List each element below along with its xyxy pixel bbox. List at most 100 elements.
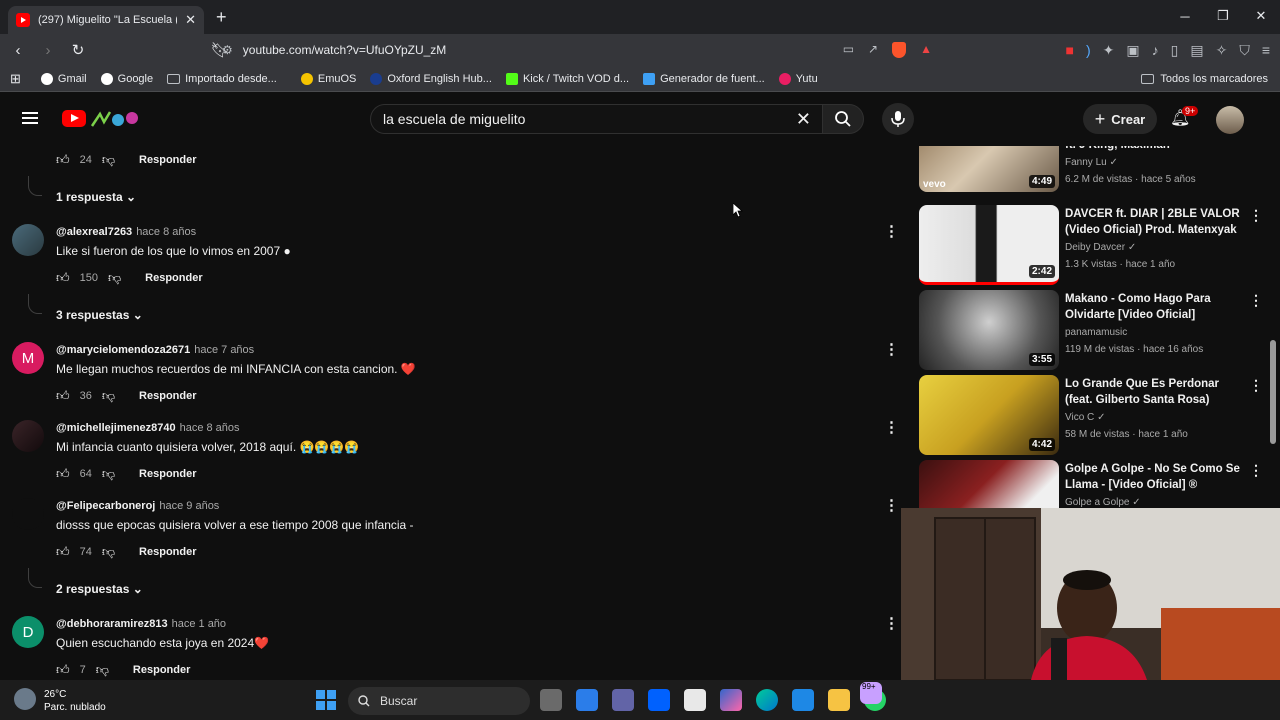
more-actions-icon[interactable]: ⋮ <box>884 496 899 514</box>
reply-button[interactable]: Responder <box>145 272 202 284</box>
video-channel[interactable]: Fanny Lu ✓ <box>1065 157 1118 168</box>
video-channel[interactable]: Deiby Davcer ✓ <box>1065 242 1136 253</box>
reply-button[interactable]: Responder <box>139 154 196 166</box>
edge-icon[interactable] <box>756 689 778 711</box>
related-video[interactable]: 2:42 DAVCER ft. DIAR | 2BLE VALOR (Video… <box>919 205 1263 285</box>
brave-shields-icon[interactable] <box>892 42 907 58</box>
video-channel[interactable]: Golpe a Golpe ✓ <box>1065 497 1141 508</box>
rewards-icon[interactable]: ▲ <box>920 42 932 58</box>
more-actions-icon[interactable]: ⋮ <box>1249 292 1263 309</box>
browser-tab-active[interactable]: (297) Miguelito "La Escuela (Mi I ✕ <box>8 6 204 34</box>
dislike-icon[interactable]: 👎︎ <box>96 662 109 678</box>
video-thumbnail[interactable]: 4:42 <box>919 375 1059 455</box>
reply-button[interactable]: Responder <box>139 546 196 558</box>
windows-start-icon[interactable] <box>316 690 336 710</box>
like-icon[interactable]: 👍︎ <box>56 388 70 404</box>
more-actions-icon[interactable]: ⋮ <box>884 222 899 240</box>
comment-time[interactable]: hace 8 años <box>180 422 240 434</box>
vscode-icon[interactable] <box>792 689 814 711</box>
dislike-icon[interactable]: 👎︎ <box>102 152 115 168</box>
video-title[interactable]: DAVCER ft. DIAR | 2BLE VALOR (Video Ofic… <box>1065 206 1245 238</box>
like-icon[interactable]: 👍︎ <box>56 662 70 678</box>
extension-icon[interactable]: ■ <box>1066 42 1074 59</box>
comment-author[interactable]: @marycielomendoza2671 <box>56 344 190 356</box>
bookmark-gmail[interactable]: Gmail <box>40 72 87 85</box>
video-thumbnail[interactable]: 3:55 <box>919 290 1059 370</box>
reload-icon[interactable]: ↻ <box>66 41 90 59</box>
avatar[interactable] <box>12 420 44 452</box>
screenshot-icon[interactable]: ▣ <box>1126 42 1139 59</box>
more-actions-icon[interactable]: ⋮ <box>1249 377 1263 394</box>
related-video[interactable]: Golpe A Golpe - No Se Como Se Llama - [V… <box>919 460 1263 508</box>
menu-icon[interactable]: ≡ <box>1262 42 1270 59</box>
leo-icon[interactable]: ✧ <box>1216 42 1228 59</box>
video-channel[interactable]: panamamusic <box>1065 327 1127 338</box>
create-button[interactable]: + Crear <box>1083 104 1157 134</box>
dislike-icon[interactable]: 👎︎ <box>102 466 115 482</box>
copilot-icon[interactable] <box>720 689 742 711</box>
dislike-icon[interactable]: 👎︎ <box>102 388 115 404</box>
bookmark-imported[interactable]: Importado desde... <box>167 73 277 85</box>
all-bookmarks[interactable]: Todos los marcadores <box>1141 73 1268 85</box>
youtube-logo-icon[interactable] <box>62 110 86 127</box>
comment-author[interactable]: @Felipecarboneroj <box>56 500 155 512</box>
sidebar-icon[interactable]: ▯ <box>1171 42 1179 59</box>
bookmark-google[interactable]: Google <box>100 72 153 85</box>
more-actions-icon[interactable]: ⋮ <box>884 418 899 436</box>
more-actions-icon[interactable]: ⋮ <box>1249 207 1263 224</box>
avatar[interactable] <box>12 224 44 256</box>
back-icon[interactable]: ‹ <box>6 42 30 59</box>
video-thumbnail[interactable]: 2:42 <box>919 205 1059 285</box>
puzzle-icon[interactable]: ✦ <box>1103 42 1115 59</box>
bookmark-yutu[interactable]: Yutu <box>778 72 818 85</box>
vpn-icon[interactable]: ⛉ <box>1239 42 1250 59</box>
related-video[interactable]: 3:55 Makano - Como Hago Para Olvidarte [… <box>919 290 1263 370</box>
forward-icon[interactable]: › <box>36 42 60 59</box>
avatar[interactable]: D <box>12 616 44 648</box>
share-icon[interactable]: ↗ <box>868 42 878 58</box>
comment-author[interactable]: @debhoraramirez813 <box>56 618 168 630</box>
related-video[interactable]: vevo 4:49 ft. J King, Maximan Fanny Lu ✓… <box>919 140 1259 192</box>
voice-search-button[interactable] <box>882 103 914 135</box>
search-input[interactable]: la escuela de miguelito ✕ <box>370 104 824 134</box>
comment-time[interactable]: hace 8 años <box>136 226 196 238</box>
more-actions-icon[interactable]: ⋮ <box>884 340 899 358</box>
bookmark-emuos[interactable]: EmuOS <box>300 72 356 85</box>
dropbox-icon[interactable] <box>648 689 670 711</box>
show-replies-button[interactable]: 1 respuesta ⌄ <box>56 190 136 204</box>
show-replies-button[interactable]: 3 respuestas ⌄ <box>56 308 143 322</box>
comment-time[interactable]: hace 9 años <box>159 500 219 512</box>
whatsapp-icon[interactable]: 99+ <box>860 682 886 711</box>
video-title[interactable]: Makano - Como Hago Para Olvidarte [Video… <box>1065 291 1245 323</box>
video-thumbnail[interactable]: vevo 4:49 <box>919 140 1059 192</box>
comment-author[interactable]: @alexreal7263 <box>56 226 132 238</box>
avatar[interactable]: M <box>12 342 44 374</box>
video-title[interactable]: Lo Grande Que Es Perdonar (feat. Gilbert… <box>1065 376 1245 408</box>
site-info-icon[interactable]: ⚙ <box>222 43 233 57</box>
like-icon[interactable]: 👍︎ <box>56 152 70 168</box>
cast-icon[interactable]: ▭ <box>843 42 854 58</box>
clear-search-icon[interactable]: ✕ <box>796 109 811 130</box>
close-window-icon[interactable]: ✕ <box>1242 0 1280 32</box>
store-icon[interactable] <box>576 689 598 711</box>
minimize-icon[interactable]: ─ <box>1166 0 1204 32</box>
comment-time[interactable]: hace 7 años <box>194 344 254 356</box>
task-view-icon[interactable] <box>540 689 562 711</box>
comment-author[interactable]: @michellejimenez8740 <box>56 422 176 434</box>
wallet-icon[interactable]: ▤ <box>1190 42 1203 59</box>
dislike-icon[interactable]: 👎︎ <box>108 270 121 286</box>
new-tab-icon[interactable]: + <box>216 7 227 28</box>
music-icon[interactable]: ♪ <box>1152 42 1159 59</box>
taskbar-search[interactable]: Buscar <box>348 687 530 715</box>
reply-button[interactable]: Responder <box>133 664 190 676</box>
file-explorer-icon[interactable] <box>828 689 850 711</box>
more-actions-icon[interactable]: ⋮ <box>884 614 899 632</box>
reply-button[interactable]: Responder <box>139 390 196 402</box>
video-title[interactable]: Golpe A Golpe - No Se Como Se Llama - [V… <box>1065 461 1245 493</box>
like-icon[interactable]: 👍︎ <box>56 544 70 560</box>
like-icon[interactable]: 👍︎ <box>56 270 70 286</box>
address-bar[interactable]: ⚙ youtube.com/watch?v=UfuOYpZU_zM ▭ ↗ ▲ <box>222 38 932 62</box>
maximize-icon[interactable]: ❐ <box>1204 0 1242 32</box>
search-button[interactable] <box>822 104 864 134</box>
account-avatar[interactable] <box>1216 106 1244 134</box>
